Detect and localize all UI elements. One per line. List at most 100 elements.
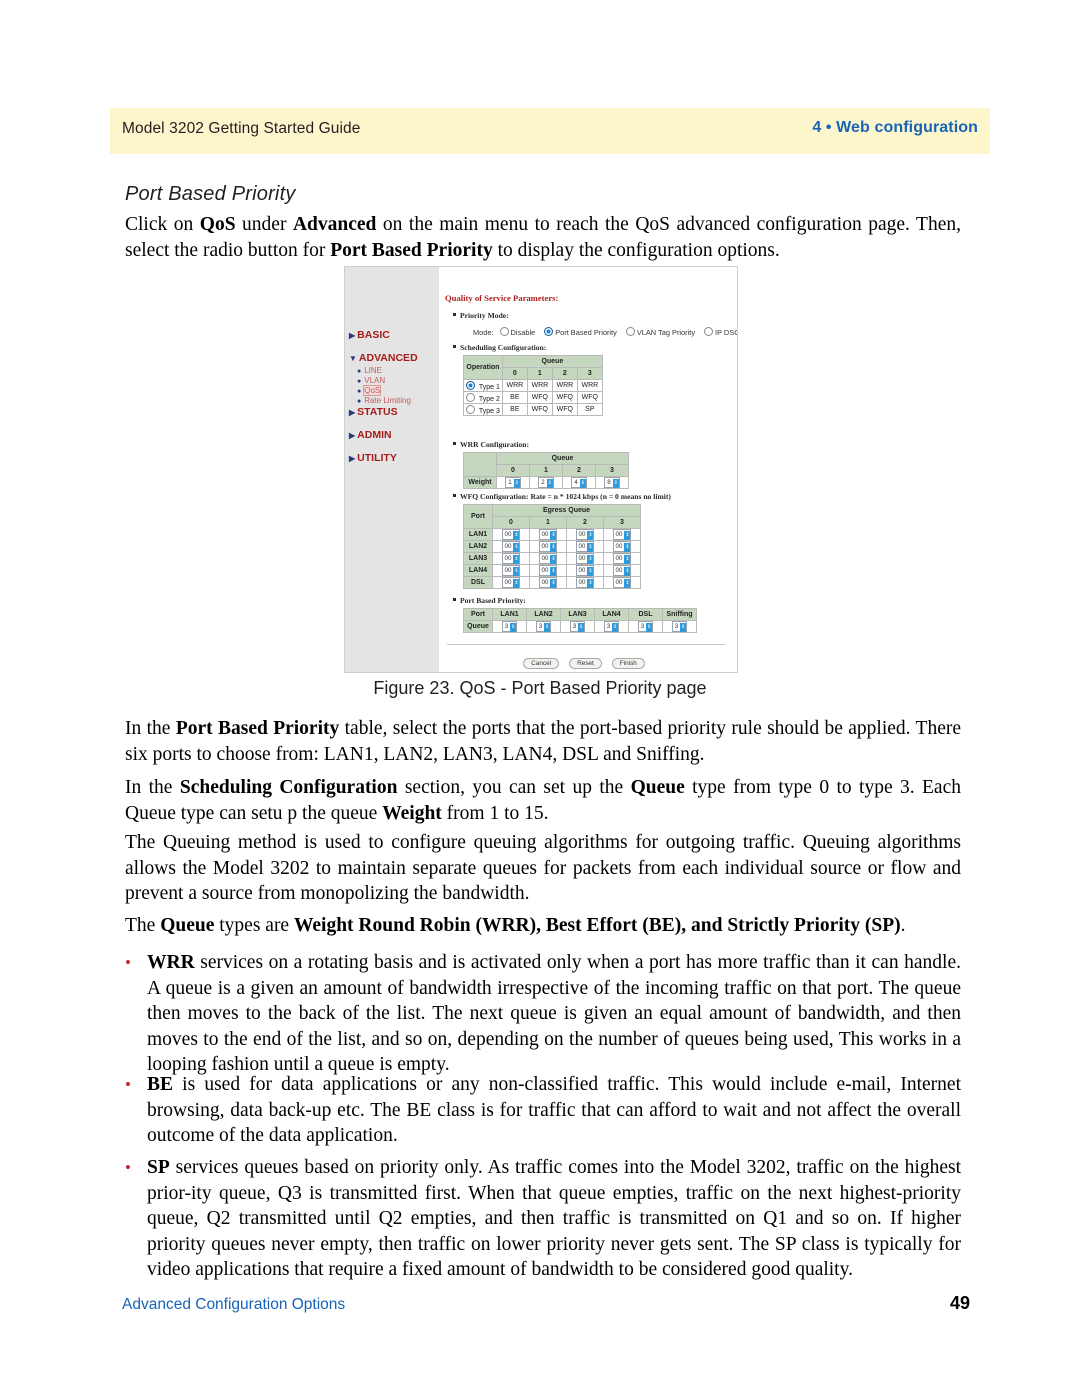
wfq-rate-cell[interactable]: 00 ⇕: [492, 528, 530, 541]
wfq-rate-cell[interactable]: 00 ⇕: [603, 540, 641, 553]
wfq-rate-cell[interactable]: 00 ⇕: [492, 540, 530, 553]
wfq-rate-cell[interactable]: 00 ⇕: [566, 564, 604, 577]
wfq-rate-cell[interactable]: 00 ⇕: [603, 552, 641, 565]
stepper-arrows-icon[interactable]: ⇕: [624, 531, 631, 540]
wfq-rate-stepper-0-3[interactable]: 00 ⇕: [612, 529, 632, 540]
stepper-arrows-icon[interactable]: ⇕: [624, 555, 631, 564]
scheduling-row-label[interactable]: Type 3: [463, 403, 503, 416]
stepper-arrows-icon[interactable]: ⇕: [546, 479, 553, 488]
pbp-queue-stepper-4[interactable]: 3 ⇕: [637, 621, 654, 632]
scheduling-row[interactable]: Type 3 BE WFQ WFQ SP: [463, 403, 603, 416]
radio-icon[interactable]: [466, 404, 475, 414]
wfq-rate-cell[interactable]: 00 ⇕: [492, 564, 530, 577]
stepper-arrows-icon[interactable]: ⇕: [612, 623, 619, 632]
menu-subitem-line[interactable]: ● LINE: [357, 366, 382, 375]
wfq-rate-cell[interactable]: 00 ⇕: [529, 564, 567, 577]
radio-icon[interactable]: [544, 327, 554, 336]
stepper-arrows-icon[interactable]: ⇕: [624, 567, 631, 576]
wfq-rate-stepper-4-1[interactable]: 00 ⇕: [538, 577, 558, 588]
stepper-arrows-icon[interactable]: ⇕: [550, 567, 557, 576]
stepper-arrows-icon[interactable]: ⇕: [550, 555, 557, 564]
menu-subitem-vlan[interactable]: ● VLAN: [357, 376, 385, 385]
wrr-weight-cell-3[interactable]: 8 ⇕: [595, 476, 629, 489]
wfq-rate-cell[interactable]: 00 ⇕: [566, 552, 604, 565]
wfq-rate-stepper-2-0[interactable]: 00 ⇕: [501, 553, 521, 564]
stepper-arrows-icon[interactable]: ⇕: [578, 623, 585, 632]
wfq-rate-cell[interactable]: 00 ⇕: [529, 528, 567, 541]
wrr-weight-stepper-1[interactable]: 2 ⇕: [538, 477, 554, 488]
radio-icon[interactable]: [625, 327, 635, 336]
wfq-rate-cell[interactable]: 00 ⇕: [529, 540, 567, 553]
stepper-arrows-icon[interactable]: ⇕: [513, 531, 520, 540]
menu-subitem-rate-limiting[interactable]: ● Rate Limiting: [357, 396, 411, 405]
menu-item-advanced[interactable]: ▼ ADVANCED: [349, 352, 418, 364]
wfq-rate-cell[interactable]: 00 ⇕: [603, 564, 641, 577]
stepper-arrows-icon[interactable]: ⇕: [624, 543, 631, 552]
scheduling-row[interactable]: Type 1 WRR WRR WRR WRR: [463, 379, 603, 392]
radio-option-disable[interactable]: Disable: [499, 327, 535, 337]
radio-icon[interactable]: [704, 327, 714, 336]
stepper-arrows-icon[interactable]: ⇕: [624, 579, 631, 588]
wfq-rate-stepper-1-3[interactable]: 00 ⇕: [612, 541, 632, 552]
wfq-rate-stepper-3-0[interactable]: 00 ⇕: [501, 565, 521, 576]
stepper-arrows-icon[interactable]: ⇕: [510, 623, 517, 632]
wfq-rate-stepper-4-3[interactable]: 00 ⇕: [612, 577, 632, 588]
wfq-rate-cell[interactable]: 00 ⇕: [492, 552, 530, 565]
wfq-rate-stepper-4-0[interactable]: 00 ⇕: [501, 577, 521, 588]
menu-item-admin[interactable]: ▶ ADMIN: [349, 429, 392, 441]
stepper-arrows-icon[interactable]: ⇕: [513, 555, 520, 564]
stepper-arrows-icon[interactable]: ⇕: [513, 579, 520, 588]
scheduling-row-label[interactable]: Type 2: [463, 391, 503, 404]
radio-icon[interactable]: [499, 327, 509, 336]
radio-option-port-based-priority[interactable]: Port Based Priority: [544, 327, 617, 337]
pbp-queue-cell-5[interactable]: 3 ⇕: [662, 620, 697, 633]
menu-item-basic[interactable]: ▶ BASIC: [349, 329, 390, 341]
wfq-rate-cell[interactable]: 00 ⇕: [529, 576, 567, 589]
scheduling-row-label[interactable]: Type 1: [463, 379, 503, 392]
wfq-rate-cell[interactable]: 00 ⇕: [529, 552, 567, 565]
pbp-queue-stepper-5[interactable]: 3 ⇕: [671, 621, 688, 632]
wfq-rate-stepper-2-1[interactable]: 00 ⇕: [538, 553, 558, 564]
wrr-weight-cell-0[interactable]: 1 ⇕: [496, 476, 530, 489]
wfq-rate-stepper-0-2[interactable]: 00 ⇕: [575, 529, 595, 540]
stepper-arrows-icon[interactable]: ⇕: [680, 623, 687, 632]
wfq-rate-stepper-1-1[interactable]: 00 ⇕: [538, 541, 558, 552]
stepper-arrows-icon[interactable]: ⇕: [646, 623, 653, 632]
pbp-queue-cell-1[interactable]: 3 ⇕: [526, 620, 561, 633]
wfq-rate-stepper-3-1[interactable]: 00 ⇕: [538, 565, 558, 576]
wfq-rate-stepper-1-0[interactable]: 00 ⇕: [501, 541, 521, 552]
stepper-arrows-icon[interactable]: ⇕: [513, 479, 520, 488]
pbp-queue-cell-2[interactable]: 3 ⇕: [560, 620, 595, 633]
stepper-arrows-icon[interactable]: ⇕: [612, 479, 619, 488]
priority-mode-radio-row[interactable]: Mode: Disable Port Based Priority VLAN Tag …: [473, 327, 737, 337]
pbp-queue-stepper-0[interactable]: 3 ⇕: [501, 621, 518, 632]
wfq-rate-stepper-2-2[interactable]: 00 ⇕: [575, 553, 595, 564]
wfq-rate-cell[interactable]: 00 ⇕: [566, 540, 604, 553]
menu-subitem-qos[interactable]: ● QoS: [357, 385, 382, 396]
reset-button[interactable]: Reset: [569, 658, 602, 669]
stepper-arrows-icon[interactable]: ⇕: [550, 579, 557, 588]
wfq-rate-cell[interactable]: 00 ⇕: [566, 576, 604, 589]
stepper-arrows-icon[interactable]: ⇕: [513, 567, 520, 576]
radio-icon[interactable]: [466, 380, 475, 390]
pbp-queue-cell-3[interactable]: 3 ⇕: [594, 620, 629, 633]
wfq-rate-cell[interactable]: 00 ⇕: [603, 576, 641, 589]
stepper-arrows-icon[interactable]: ⇕: [587, 555, 594, 564]
radio-option-vlan-tag-priority[interactable]: VLAN Tag Priority: [625, 327, 695, 337]
wfq-rate-stepper-1-2[interactable]: 00 ⇕: [575, 541, 595, 552]
stepper-arrows-icon[interactable]: ⇕: [587, 543, 594, 552]
wfq-rate-stepper-2-3[interactable]: 00 ⇕: [612, 553, 632, 564]
pbp-queue-stepper-2[interactable]: 3 ⇕: [569, 621, 586, 632]
stepper-arrows-icon[interactable]: ⇕: [587, 567, 594, 576]
menu-item-utility[interactable]: ▶ UTILITY: [349, 452, 397, 464]
wfq-rate-stepper-0-1[interactable]: 00 ⇕: [538, 529, 558, 540]
wrr-weight-cell-2[interactable]: 4 ⇕: [562, 476, 596, 489]
pbp-queue-stepper-3[interactable]: 3 ⇕: [603, 621, 620, 632]
pbp-queue-stepper-1[interactable]: 3 ⇕: [535, 621, 552, 632]
wrr-weight-cell-1[interactable]: 2 ⇕: [529, 476, 563, 489]
menu-item-status[interactable]: ▶ STATUS: [349, 406, 398, 418]
radio-icon[interactable]: [466, 392, 475, 402]
stepper-arrows-icon[interactable]: ⇕: [550, 531, 557, 540]
wfq-rate-stepper-0-0[interactable]: 00 ⇕: [501, 529, 521, 540]
wfq-rate-cell[interactable]: 00 ⇕: [603, 528, 641, 541]
